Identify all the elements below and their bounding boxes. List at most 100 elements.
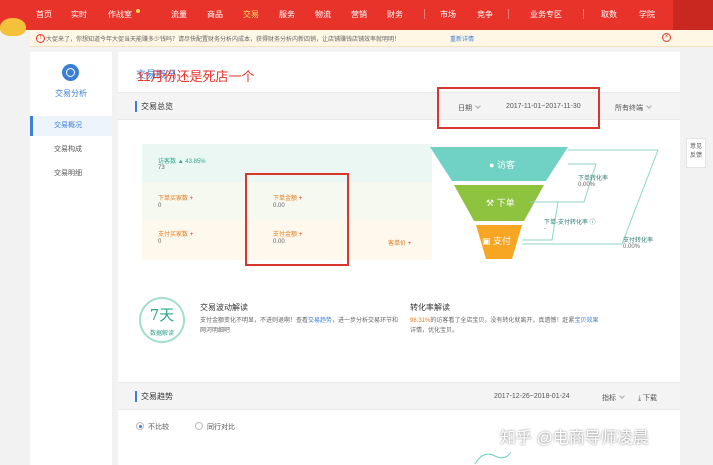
radio-no-compare-label: 不比较 xyxy=(148,424,169,431)
order-rate-value: 0.00% xyxy=(578,182,596,188)
download-label: 下载 xyxy=(643,395,658,402)
nav-war-room[interactable]: 作战室 xyxy=(108,9,132,20)
sidebar-title: 交易分析 xyxy=(55,89,87,98)
chart-decoration xyxy=(474,451,512,465)
chevron-down-icon xyxy=(619,393,625,399)
notice-bar: ! 大促来了，你想知道今年大促当天能赚多少钱吗？请尽快配置财务分析内成本，获得财… xyxy=(30,30,713,47)
notice-text: 大促来了，你想知道今年大促当天能赚多少钱吗？请尽快配置财务分析内成本，获得财务分… xyxy=(46,37,401,43)
nav-realtime[interactable]: 实时 xyxy=(71,9,87,20)
nav-academy[interactable]: 学院 xyxy=(639,9,655,20)
add-icon[interactable]: + xyxy=(190,232,194,238)
nav-business-zone[interactable]: 业务专区 xyxy=(530,9,562,20)
top-nav: 首页 实时 作战室 流量 商品 交易 服务 物流 营销 财务 市场 竞争 业务专… xyxy=(0,0,713,36)
sidebar-item-overview[interactable]: 交易概况 xyxy=(30,116,112,136)
feedback-tab[interactable]: 意见 反馈 xyxy=(686,138,706,168)
amount-highlight-box xyxy=(245,173,349,266)
overview-label: 交易总览 xyxy=(141,102,173,111)
wave-text: 支付金额变化不明显，不进则退啊！查看交易趋势，进一步分析交易环节和 网河明细吧 xyxy=(200,316,415,336)
nav-market[interactable]: 市场 xyxy=(440,9,456,20)
order-pay-rate-value: - xyxy=(544,226,546,232)
conversion-text: 98.31%的访客看了全店宝贝，没有转化就离开，真遗憾！赶紧宝贝效果 详情，优化… xyxy=(410,316,660,336)
funnel-visit-text: 访客 xyxy=(496,160,515,170)
pay-rate-label: 支付转化率 xyxy=(623,238,654,244)
visitors-label: 访客数 ▲ 43.85% xyxy=(158,156,206,165)
order-rate-label: 下单转化率 xyxy=(578,176,609,182)
chevron-down-icon xyxy=(646,103,652,109)
nav-trade[interactable]: 交易 xyxy=(243,9,259,20)
wave-title: 交易波动解读 xyxy=(200,303,248,312)
add-icon[interactable]: + xyxy=(408,241,412,247)
terminal-dropdown[interactable]: 所有终端 xyxy=(615,103,652,113)
nav-divider xyxy=(508,9,509,19)
wave-text-1: 支付金额变化不明显，不进则退啊！查看 xyxy=(200,318,309,324)
funnel-order-text: 下单 xyxy=(496,198,515,208)
sidebar-item-details[interactable]: 交易明细 xyxy=(30,164,112,184)
festival-ornament xyxy=(0,18,26,36)
metric-dropdown[interactable]: 指标 xyxy=(602,393,625,403)
nav-marketing[interactable]: 营销 xyxy=(351,9,367,20)
pay-buyers-label: 支付买家数 + xyxy=(158,229,193,238)
conversion-pct: 98.31% xyxy=(410,318,431,324)
visitors-value: 73 xyxy=(158,165,165,171)
sidebar: 交易分析 交易概况 交易构成 交易明细 xyxy=(30,52,112,465)
badge-days: 7天 xyxy=(149,306,175,324)
avg-price-label: 客单价 + xyxy=(388,238,411,247)
new-dot xyxy=(136,9,140,13)
trend-bar: 交易趋势 2017-12-26~2018-01-24 指标 ⤓ 下载 xyxy=(118,382,680,410)
conv-text-1: 的访客看了全店宝贝，没有转化就离开，真遗憾！赶紧 xyxy=(430,318,575,324)
nav-service[interactable]: 服务 xyxy=(279,9,295,20)
date-highlight-box xyxy=(437,87,600,129)
data-interpretation-badge: 7天 数据解读 xyxy=(139,297,185,343)
warning-icon: ! xyxy=(36,34,45,43)
pay-rate-value: 0.00% xyxy=(623,244,641,250)
feedback-line-2: 反馈 xyxy=(689,153,702,159)
close-icon[interactable]: × xyxy=(662,33,671,42)
sidebar-item-composition[interactable]: 交易构成 xyxy=(30,140,112,160)
nav-logistics[interactable]: 物流 xyxy=(315,9,331,20)
trend-date-range[interactable]: 2017-12-26~2018-01-24 xyxy=(494,393,570,400)
funnel-pay-label: ▣ 支付 xyxy=(482,236,512,246)
nav-divider xyxy=(583,9,584,19)
item-effect-link[interactable]: 宝贝效果 xyxy=(574,318,598,324)
nav-divider xyxy=(424,9,425,19)
nav-traffic[interactable]: 流量 xyxy=(171,9,187,20)
section-marker xyxy=(135,101,137,112)
conversion-funnel xyxy=(430,147,659,259)
conversion-title: 转化率解读 xyxy=(410,303,450,312)
trend-label: 交易趋势 xyxy=(141,392,173,401)
watermark: 知乎 @电商导师凌晨 xyxy=(500,430,649,447)
conv-text-2: 详情，优化宝贝。 xyxy=(410,328,459,334)
order-buyers-label: 下单买家数 + xyxy=(158,193,193,202)
metric-label: 指标 xyxy=(602,395,616,402)
nav-competition[interactable]: 竞争 xyxy=(477,9,493,20)
avg-price-label-text: 客单价 xyxy=(388,241,407,247)
nav-goods[interactable]: 商品 xyxy=(207,9,223,20)
radio-peer-compare[interactable] xyxy=(195,422,203,430)
radio-peer-compare-label: 同行对比 xyxy=(207,424,235,431)
radio-no-compare[interactable] xyxy=(136,422,144,430)
nav-fetch-data[interactable]: 取数 xyxy=(601,9,617,20)
visitors-change: ▲ 43.85% xyxy=(177,159,206,165)
wave-text-3: 网河明细吧 xyxy=(200,328,231,334)
funnel-pay-text: 支付 xyxy=(493,236,512,246)
add-icon[interactable]: + xyxy=(190,196,194,202)
download-button[interactable]: ⤓ 下载 xyxy=(638,393,657,403)
pay-buyers-value: 0 xyxy=(158,239,162,245)
funnel-visit-label: ● 访客 xyxy=(489,160,515,170)
festival-ornament-right xyxy=(673,0,713,30)
section-marker xyxy=(135,391,137,402)
trade-analysis-icon xyxy=(62,64,79,81)
nav-finance[interactable]: 财务 xyxy=(387,9,403,20)
order-pay-rate-label: 下单-支付转化率 ⓘ xyxy=(544,220,596,226)
trend-link[interactable]: 交易趋势 xyxy=(308,318,332,324)
terminal-label: 所有终端 xyxy=(615,105,643,112)
pay-buyers-label-text: 支付买家数 xyxy=(158,232,189,238)
order-buyers-value: 0 xyxy=(158,203,162,209)
annotation-text: 11月份还是死店一个 xyxy=(137,69,255,84)
nav-home[interactable]: 首页 xyxy=(36,9,52,20)
wave-text-2: ，进一步分析交易环节和 xyxy=(332,318,399,324)
badge-caption: 数据解读 xyxy=(149,331,174,337)
feedback-line-1: 意见 xyxy=(689,144,702,150)
funnel-order-label: ⚒ 下单 xyxy=(486,198,515,208)
notice-link[interactable]: 重新详情 xyxy=(450,34,474,43)
